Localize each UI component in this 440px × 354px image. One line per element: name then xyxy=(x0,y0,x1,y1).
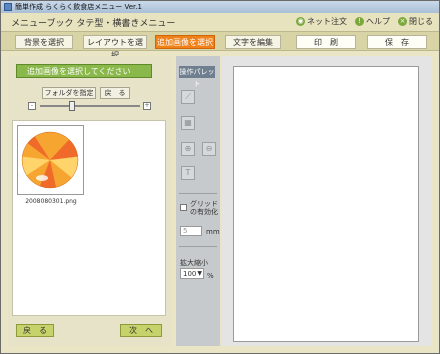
zoom-select[interactable]: 100 ▼ xyxy=(180,268,204,279)
zoom-value: 100 xyxy=(183,270,197,278)
help-icon: ! xyxy=(355,17,364,26)
zoom-unit: % xyxy=(207,272,214,280)
help-link[interactable]: ! ヘルプ xyxy=(355,16,390,27)
save-button[interactable]: 保 存 xyxy=(367,35,427,49)
close-link[interactable]: × 閉じる xyxy=(398,16,433,27)
net-order-label: ネット注文 xyxy=(307,17,347,26)
beach-ball-image xyxy=(21,131,79,189)
grid-label: グリッド の有効化 xyxy=(190,200,218,216)
thumbnail-filename: 2008080301.png xyxy=(25,198,77,205)
palette-divider-1 xyxy=(179,193,217,194)
slash-tool-icon[interactable]: ⟋ xyxy=(181,90,195,104)
back-button[interactable]: 戻 る xyxy=(16,324,54,337)
grid-size-input[interactable]: 5 xyxy=(180,226,202,236)
close-label: 閉じる xyxy=(409,17,433,26)
app-header: メニューブック タテ型・横書きメニュー ◉ ネット注文 ! ヘルプ × 閉じる xyxy=(1,13,439,31)
grid-label-line1: グリッド xyxy=(190,200,218,208)
step-navigation: 背景を選択 レイアウトを選択 追加画像を選択 文字を編集 印 刷 保 存 xyxy=(1,31,439,60)
title-bar: 簡単作成 らくらく飲食店メニュー Ver.1 xyxy=(1,1,439,13)
app-icon xyxy=(4,3,12,11)
next-button[interactable]: 次 へ xyxy=(120,324,162,337)
chevron-down-icon: ▼ xyxy=(197,270,202,277)
palette-title: 操作パレット xyxy=(179,66,215,88)
help-label: ヘルプ xyxy=(366,17,390,26)
text-tool-icon[interactable]: T xyxy=(181,166,195,180)
folder-button[interactable]: フォルダを指定 xyxy=(42,87,96,99)
back-small-button[interactable]: 戻 る xyxy=(100,87,130,99)
globe-icon: ◉ xyxy=(296,17,305,26)
image-thumbnail[interactable] xyxy=(17,125,84,195)
image-tool-icon[interactable]: ▦ xyxy=(181,116,195,130)
select-prompt: 追加画像を選択してください xyxy=(16,64,152,78)
zoom-in-icon[interactable]: ⊕ xyxy=(181,142,195,156)
thumbnail-size-slider[interactable] xyxy=(40,105,140,107)
enlarge-icon[interactable]: + xyxy=(143,102,151,110)
close-icon: × xyxy=(398,17,407,26)
zoom-label: 拡大縮小 xyxy=(180,259,208,267)
window-title: 簡単作成 らくらく飲食店メニュー Ver.1 xyxy=(15,3,142,11)
grid-label-line2: の有効化 xyxy=(190,208,218,216)
step-layout[interactable]: レイアウトを選択 xyxy=(83,35,147,60)
shrink-icon[interactable]: - xyxy=(28,102,36,110)
menu-page-preview[interactable] xyxy=(233,66,419,342)
grid-checkbox[interactable] xyxy=(180,204,187,211)
header-links: ◉ ネット注文 ! ヘルプ × 閉じる xyxy=(296,16,433,27)
step-edit-text[interactable]: 文字を編集 xyxy=(225,35,281,49)
print-button[interactable]: 印 刷 xyxy=(296,35,356,49)
net-order-link[interactable]: ◉ ネット注文 xyxy=(296,16,347,27)
palette-divider-2 xyxy=(179,246,217,247)
step-additional-image[interactable]: 追加画像を選択 xyxy=(155,35,215,49)
app-title: メニューブック タテ型・横書きメニュー xyxy=(11,19,176,29)
step-background[interactable]: 背景を選択 xyxy=(15,35,73,49)
grid-unit: mm xyxy=(206,228,220,236)
zoom-out-icon[interactable]: ⊖ xyxy=(202,142,216,156)
slider-handle[interactable] xyxy=(69,101,75,111)
